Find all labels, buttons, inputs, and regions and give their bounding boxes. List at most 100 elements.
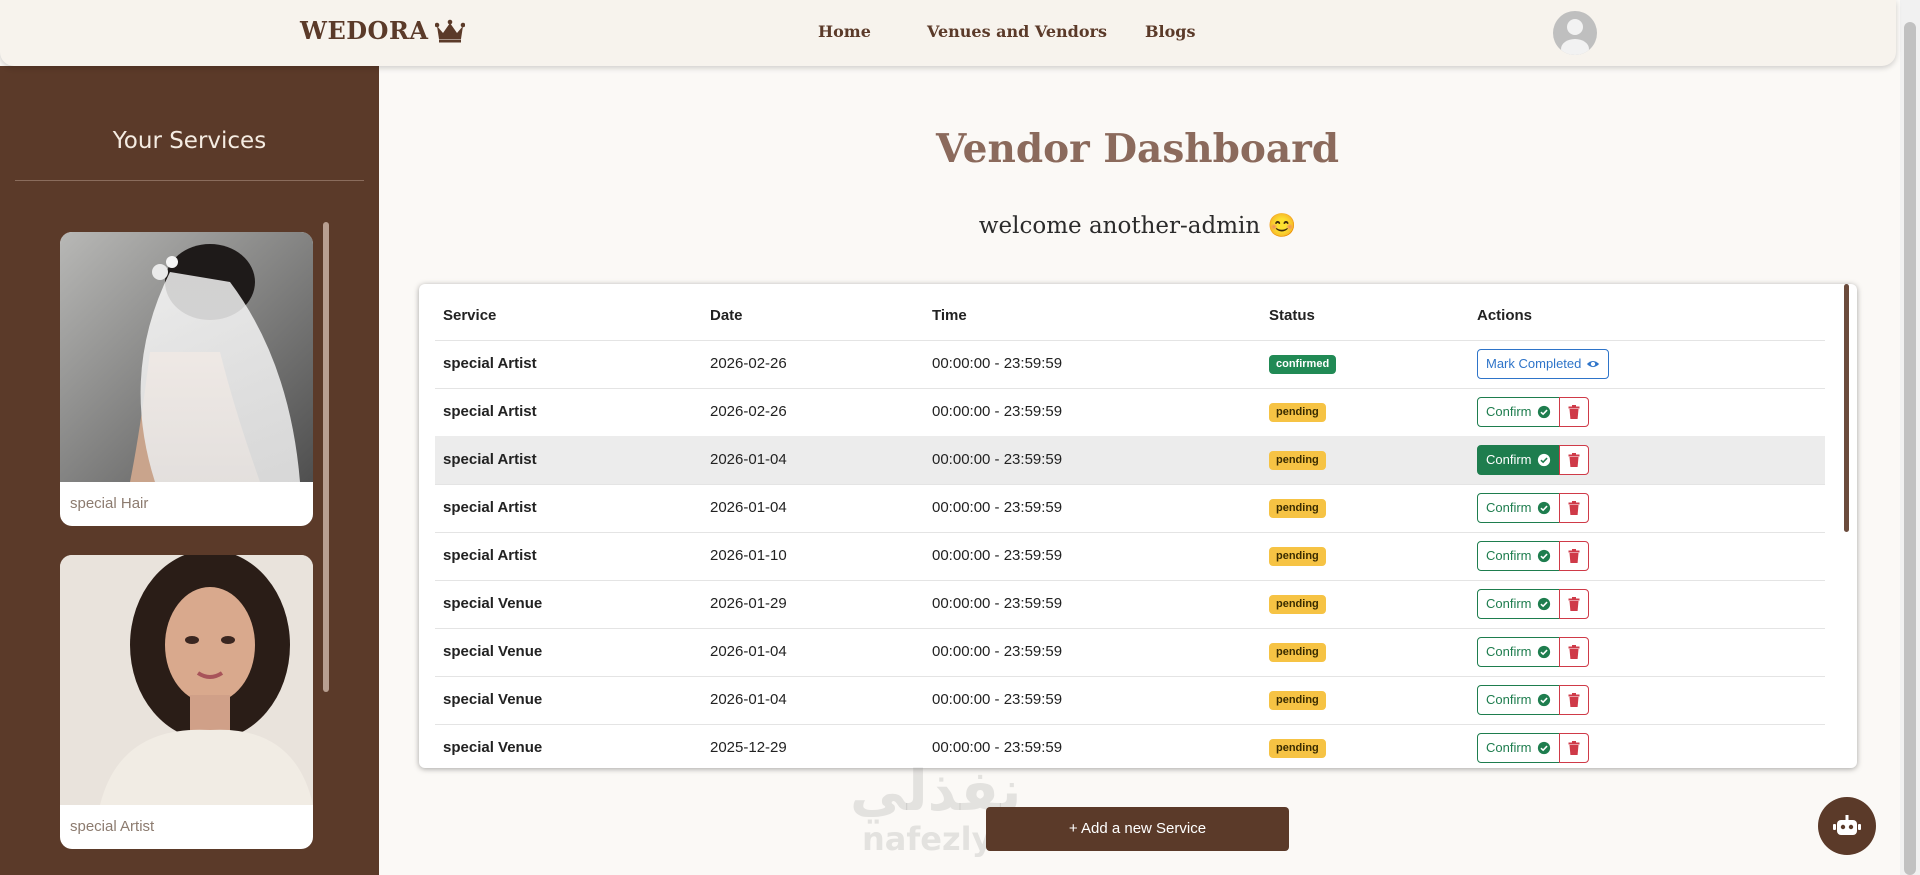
check-circle-icon	[1537, 501, 1550, 515]
confirm-label: Confirm	[1486, 740, 1532, 756]
delete-button[interactable]	[1558, 541, 1589, 572]
confirm-button[interactable]: Confirm	[1477, 397, 1560, 428]
page-title: Vendor Dashboard	[935, 126, 1340, 172]
check-circle-icon	[1537, 549, 1550, 563]
delete-button[interactable]	[1558, 493, 1589, 524]
crown-icon	[434, 19, 465, 42]
table-header: Service Date Time Status Actions	[435, 292, 1825, 341]
row-date: 2025-12-29	[710, 739, 787, 756]
table-row: special Venue 2025-12-29 00:00:00 - 23:5…	[435, 724, 1825, 768]
robot-icon[interactable]	[1818, 797, 1876, 855]
service-card-label: special Hair	[70, 495, 149, 512]
trash-icon	[1568, 645, 1580, 660]
nav-link-blogs[interactable]: Blogs	[1145, 22, 1195, 41]
confirm-button[interactable]: Confirm	[1477, 589, 1560, 620]
row-date: 2026-01-04	[710, 451, 787, 468]
confirm-label: Confirm	[1486, 404, 1532, 420]
welcome-message: welcome another-admin 😊	[978, 213, 1297, 239]
sidebar-divider	[15, 180, 364, 181]
status-badge: pending	[1269, 690, 1326, 710]
row-service: special Artist	[443, 547, 537, 564]
confirm-button[interactable]: Confirm	[1477, 637, 1560, 668]
table-row: special Artist 2026-01-04 00:00:00 - 23:…	[435, 484, 1825, 533]
status-badge: pending	[1269, 642, 1326, 662]
header-date: Date	[710, 307, 743, 324]
status-badge: pending	[1269, 594, 1326, 614]
row-time: 00:00:00 - 23:59:59	[932, 403, 1063, 420]
top-navbar: WEDORA Home Venues and Vendors Blogs	[0, 0, 1896, 66]
row-time: 00:00:00 - 23:59:59	[932, 355, 1063, 372]
confirm-button[interactable]: Confirm	[1477, 733, 1560, 764]
delete-button[interactable]	[1558, 397, 1589, 428]
confirm-button[interactable]: Confirm	[1477, 541, 1560, 572]
page-scrollbar-thumb[interactable]	[1904, 22, 1916, 875]
row-date: 2026-01-29	[710, 595, 787, 612]
check-circle-icon	[1537, 597, 1550, 611]
row-service: special Artist	[443, 403, 537, 420]
row-time: 00:00:00 - 23:59:59	[932, 595, 1063, 612]
nav-link-home[interactable]: Home	[818, 22, 871, 41]
sidebar-title: Your Services	[112, 128, 267, 154]
confirm-button[interactable]: Confirm	[1477, 493, 1560, 524]
trash-icon	[1568, 741, 1580, 756]
status-badge: pending	[1269, 498, 1326, 518]
service-card-artist[interactable]: special Artist	[60, 555, 313, 849]
row-service: special Venue	[443, 739, 543, 756]
mark-completed-button[interactable]: Mark Completed	[1477, 349, 1610, 380]
table-row: special Artist 2026-01-10 00:00:00 - 23:…	[435, 532, 1825, 581]
check-circle-icon	[1537, 741, 1550, 755]
status-badge: pending	[1269, 738, 1326, 758]
confirm-label: Confirm	[1486, 548, 1532, 564]
brand-logo[interactable]: WEDORA	[300, 16, 465, 45]
row-date: 2026-01-04	[710, 499, 787, 516]
row-date: 2026-02-26	[710, 403, 787, 420]
row-service: special Venue	[443, 691, 543, 708]
sidebar-scrollbar[interactable]	[323, 222, 329, 692]
service-image-hair	[60, 232, 313, 482]
bookings-table: Service Date Time Status Actions special…	[419, 284, 1857, 768]
trash-icon	[1568, 453, 1580, 468]
table-row: special Artist 2026-02-26 00:00:00 - 23:…	[435, 340, 1825, 389]
row-time: 00:00:00 - 23:59:59	[932, 451, 1063, 468]
add-service-button[interactable]: + Add a new Service	[986, 807, 1289, 851]
table-scrollbar[interactable]	[1844, 284, 1849, 532]
service-card-label: special Artist	[70, 818, 155, 835]
trash-icon	[1568, 597, 1580, 612]
trash-icon	[1568, 405, 1580, 420]
delete-button[interactable]	[1558, 637, 1589, 668]
status-badge: pending	[1269, 402, 1326, 422]
check-circle-icon	[1537, 453, 1550, 467]
table-row: special Artist 2026-01-04 00:00:00 - 23:…	[435, 436, 1825, 485]
delete-button[interactable]	[1558, 733, 1589, 764]
delete-button[interactable]	[1558, 589, 1589, 620]
row-service: special Artist	[443, 499, 537, 516]
row-service: special Venue	[443, 643, 543, 660]
confirm-label: Confirm	[1486, 500, 1532, 516]
row-time: 00:00:00 - 23:59:59	[932, 643, 1063, 660]
row-service: special Artist	[443, 451, 537, 468]
user-avatar-icon[interactable]	[1553, 11, 1597, 55]
eye-icon	[1587, 360, 1600, 368]
table-row: special Venue 2026-01-04 00:00:00 - 23:5…	[435, 628, 1825, 677]
confirm-label: Confirm	[1486, 644, 1532, 660]
confirm-button[interactable]: Confirm	[1477, 445, 1560, 476]
confirm-button[interactable]: Confirm	[1477, 685, 1560, 716]
services-sidebar: Your Services special Hair special Artis…	[0, 66, 379, 875]
confirm-label: Confirm	[1486, 596, 1532, 612]
check-circle-icon	[1537, 645, 1550, 659]
delete-button[interactable]	[1558, 685, 1589, 716]
row-time: 00:00:00 - 23:59:59	[932, 739, 1063, 756]
brand-name: WEDORA	[300, 16, 429, 45]
row-time: 00:00:00 - 23:59:59	[932, 499, 1063, 516]
table-row: special Artist 2026-02-26 00:00:00 - 23:…	[435, 388, 1825, 437]
header-service: Service	[443, 307, 497, 324]
header-time: Time	[932, 307, 967, 324]
service-card-hair[interactable]: special Hair	[60, 232, 313, 526]
check-circle-icon	[1537, 405, 1550, 419]
delete-button[interactable]	[1558, 445, 1589, 476]
nav-link-venues-vendors[interactable]: Venues and Vendors	[927, 22, 1107, 41]
page-scrollbar[interactable]	[1900, 0, 1920, 875]
row-date: 2026-01-04	[710, 643, 787, 660]
trash-icon	[1568, 501, 1580, 516]
row-date: 2026-01-10	[710, 547, 787, 564]
